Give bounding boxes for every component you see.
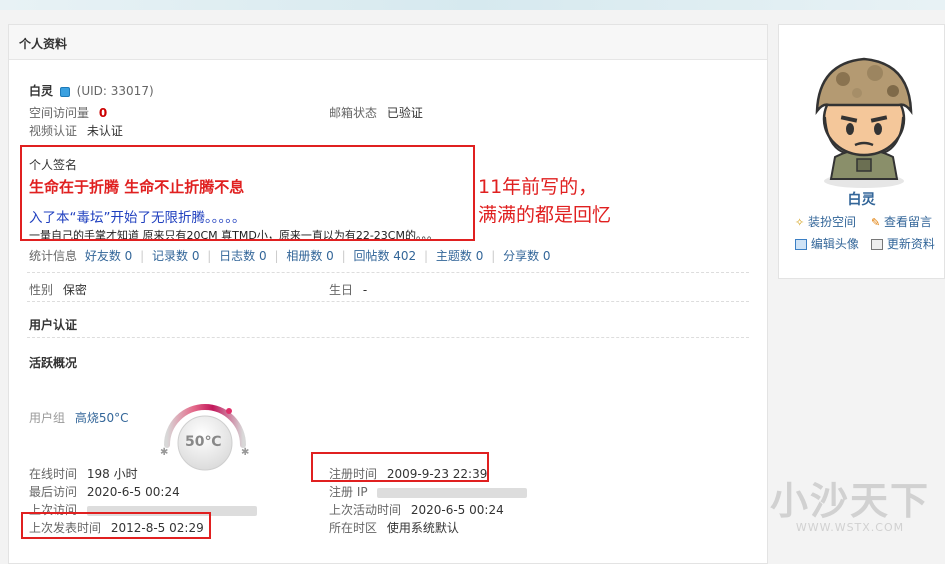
sidebar-action-label: 编辑头像 <box>810 237 859 251</box>
birthday-row: 生日 - <box>329 281 367 298</box>
sidebar-action-label: 装扮空间 <box>808 215 857 229</box>
online-value: 198 小时 <box>86 467 138 481</box>
watermark: 小沙天下 WWW.WSTX.COM <box>770 481 930 534</box>
user-name[interactable]: 白灵 <box>29 84 53 98</box>
avatar[interactable] <box>805 47 923 189</box>
group-link[interactable]: 高烧50°C <box>75 411 129 425</box>
watermark-brand: 小沙天下 <box>769 479 930 523</box>
timezone-label: 所在时区 <box>329 521 378 535</box>
pencil-icon: ✎ <box>871 216 881 229</box>
last-active-value: 2020-6-5 00:24 <box>410 503 504 517</box>
gender-row: 性别 保密 <box>29 281 87 298</box>
online-label: 在线时间 <box>29 467 78 481</box>
sidebar-action-decorate[interactable]: ✧ 装扮空间 <box>795 213 856 230</box>
signature-highlight-box <box>20 145 475 241</box>
group-row: 用户组 高烧50°C <box>29 409 129 426</box>
stat-records-link[interactable]: 记录数 0 <box>152 249 199 263</box>
stat-shares-link[interactable]: 分享数 0 <box>503 249 550 263</box>
soldier-avatar-graphic <box>815 57 913 188</box>
stat-divider: | <box>424 249 429 263</box>
annotation-line1: 11年前写的， <box>478 176 598 198</box>
stat-divider: | <box>491 249 496 263</box>
sidebar-action-label: 查看留言 <box>884 215 933 229</box>
visits-value: 0 <box>98 106 108 120</box>
timezone-value: 使用系统默认 <box>386 521 459 535</box>
visits-row: 空间访问量 0 <box>29 104 107 121</box>
panel-title: 个人资料 <box>19 37 68 51</box>
stat-divider: | <box>274 249 279 263</box>
divider <box>27 301 749 302</box>
birthday-value: - <box>362 283 368 297</box>
sidebar-user-name[interactable]: 白灵 <box>779 189 944 209</box>
wand-icon: ✧ <box>795 216 805 229</box>
gender-value: 保密 <box>62 283 87 297</box>
email-row: 邮箱状态 已验证 <box>329 104 423 121</box>
stat-divider: | <box>140 249 145 263</box>
svg-text:✱: ✱ <box>241 447 249 458</box>
profile-sidebar: 白灵 ✧ 装扮空间 ✎ 查看留言 编辑头像 更新资料 <box>778 24 945 279</box>
online-status-icon <box>59 86 70 97</box>
panel-header: 个人资料 <box>9 25 767 60</box>
profile-card-icon <box>871 239 883 250</box>
last-visit-value: 2020-6-5 00:24 <box>86 485 180 499</box>
image-icon <box>795 239 807 250</box>
last-visit-label: 最后访问 <box>29 485 78 499</box>
group-label: 用户组 <box>29 411 66 425</box>
top-banner <box>0 0 945 10</box>
svg-text:✱: ✱ <box>160 447 168 458</box>
activity-title: 活跃概况 <box>29 356 78 370</box>
stat-albums-link[interactable]: 相册数 0 <box>286 249 333 263</box>
auth-title: 用户认证 <box>29 318 78 332</box>
visits-label: 空间访问量 <box>29 106 90 120</box>
stat-blogs-link[interactable]: 日志数 0 <box>219 249 266 263</box>
stats-label: 统计信息 <box>29 249 78 263</box>
email-value: 已验证 <box>386 106 423 120</box>
stat-divider: | <box>207 249 212 263</box>
last-post-highlight-box <box>21 512 211 539</box>
last-active-row: 上次活动时间 2020-6-5 00:24 <box>329 501 504 518</box>
last-visit-row: 最后访问 2020-6-5 00:24 <box>29 483 180 500</box>
divider <box>27 337 749 338</box>
stat-replies-link[interactable]: 回帖数 402 <box>353 249 416 263</box>
birthday-label: 生日 <box>329 283 354 297</box>
stat-threads-link[interactable]: 主题数 0 <box>436 249 483 263</box>
gauge-value: 50℃ <box>185 434 222 450</box>
annotation-line2: 满满的都是回忆 <box>478 204 612 226</box>
stats-row: 统计信息 好友数 0 | 记录数 0 | 日志数 0 | 相册数 0 | 回帖数… <box>29 247 551 264</box>
profile-panel: 个人资料 白灵 (UID: 33017) 空间访问量 0 邮箱状态 已验证 视频… <box>8 24 768 564</box>
video-value: 未认证 <box>86 124 123 138</box>
sidebar-action-messages[interactable]: ✎ 查看留言 <box>871 213 932 230</box>
video-label: 视频认证 <box>29 124 78 138</box>
temperature-gauge: ✱ ✱ 50℃ <box>157 399 253 481</box>
online-row: 在线时间 198 小时 <box>29 465 138 482</box>
redacted-ip <box>377 487 528 498</box>
stat-friends-link[interactable]: 好友数 0 <box>85 249 132 263</box>
user-name-row: 白灵 (UID: 33017) <box>29 82 154 99</box>
reg-ip-label: 注册 IP <box>329 485 368 499</box>
stat-divider: | <box>341 249 346 263</box>
user-uid: (UID: 33017) <box>76 84 154 98</box>
sidebar-action-edit-avatar[interactable]: 编辑头像 <box>795 235 859 252</box>
timezone-row: 所在时区 使用系统默认 <box>329 519 459 536</box>
reg-ip-row: 注册 IP <box>329 483 528 500</box>
sidebar-action-update-profile[interactable]: 更新资料 <box>871 235 935 252</box>
sidebar-action-label: 更新资料 <box>886 237 935 251</box>
last-active-label: 上次活动时间 <box>329 503 402 517</box>
gender-label: 性别 <box>29 283 54 297</box>
divider <box>27 272 749 273</box>
email-label: 邮箱状态 <box>329 106 378 120</box>
video-row: 视频认证 未认证 <box>29 122 123 139</box>
register-highlight-box <box>311 452 489 482</box>
